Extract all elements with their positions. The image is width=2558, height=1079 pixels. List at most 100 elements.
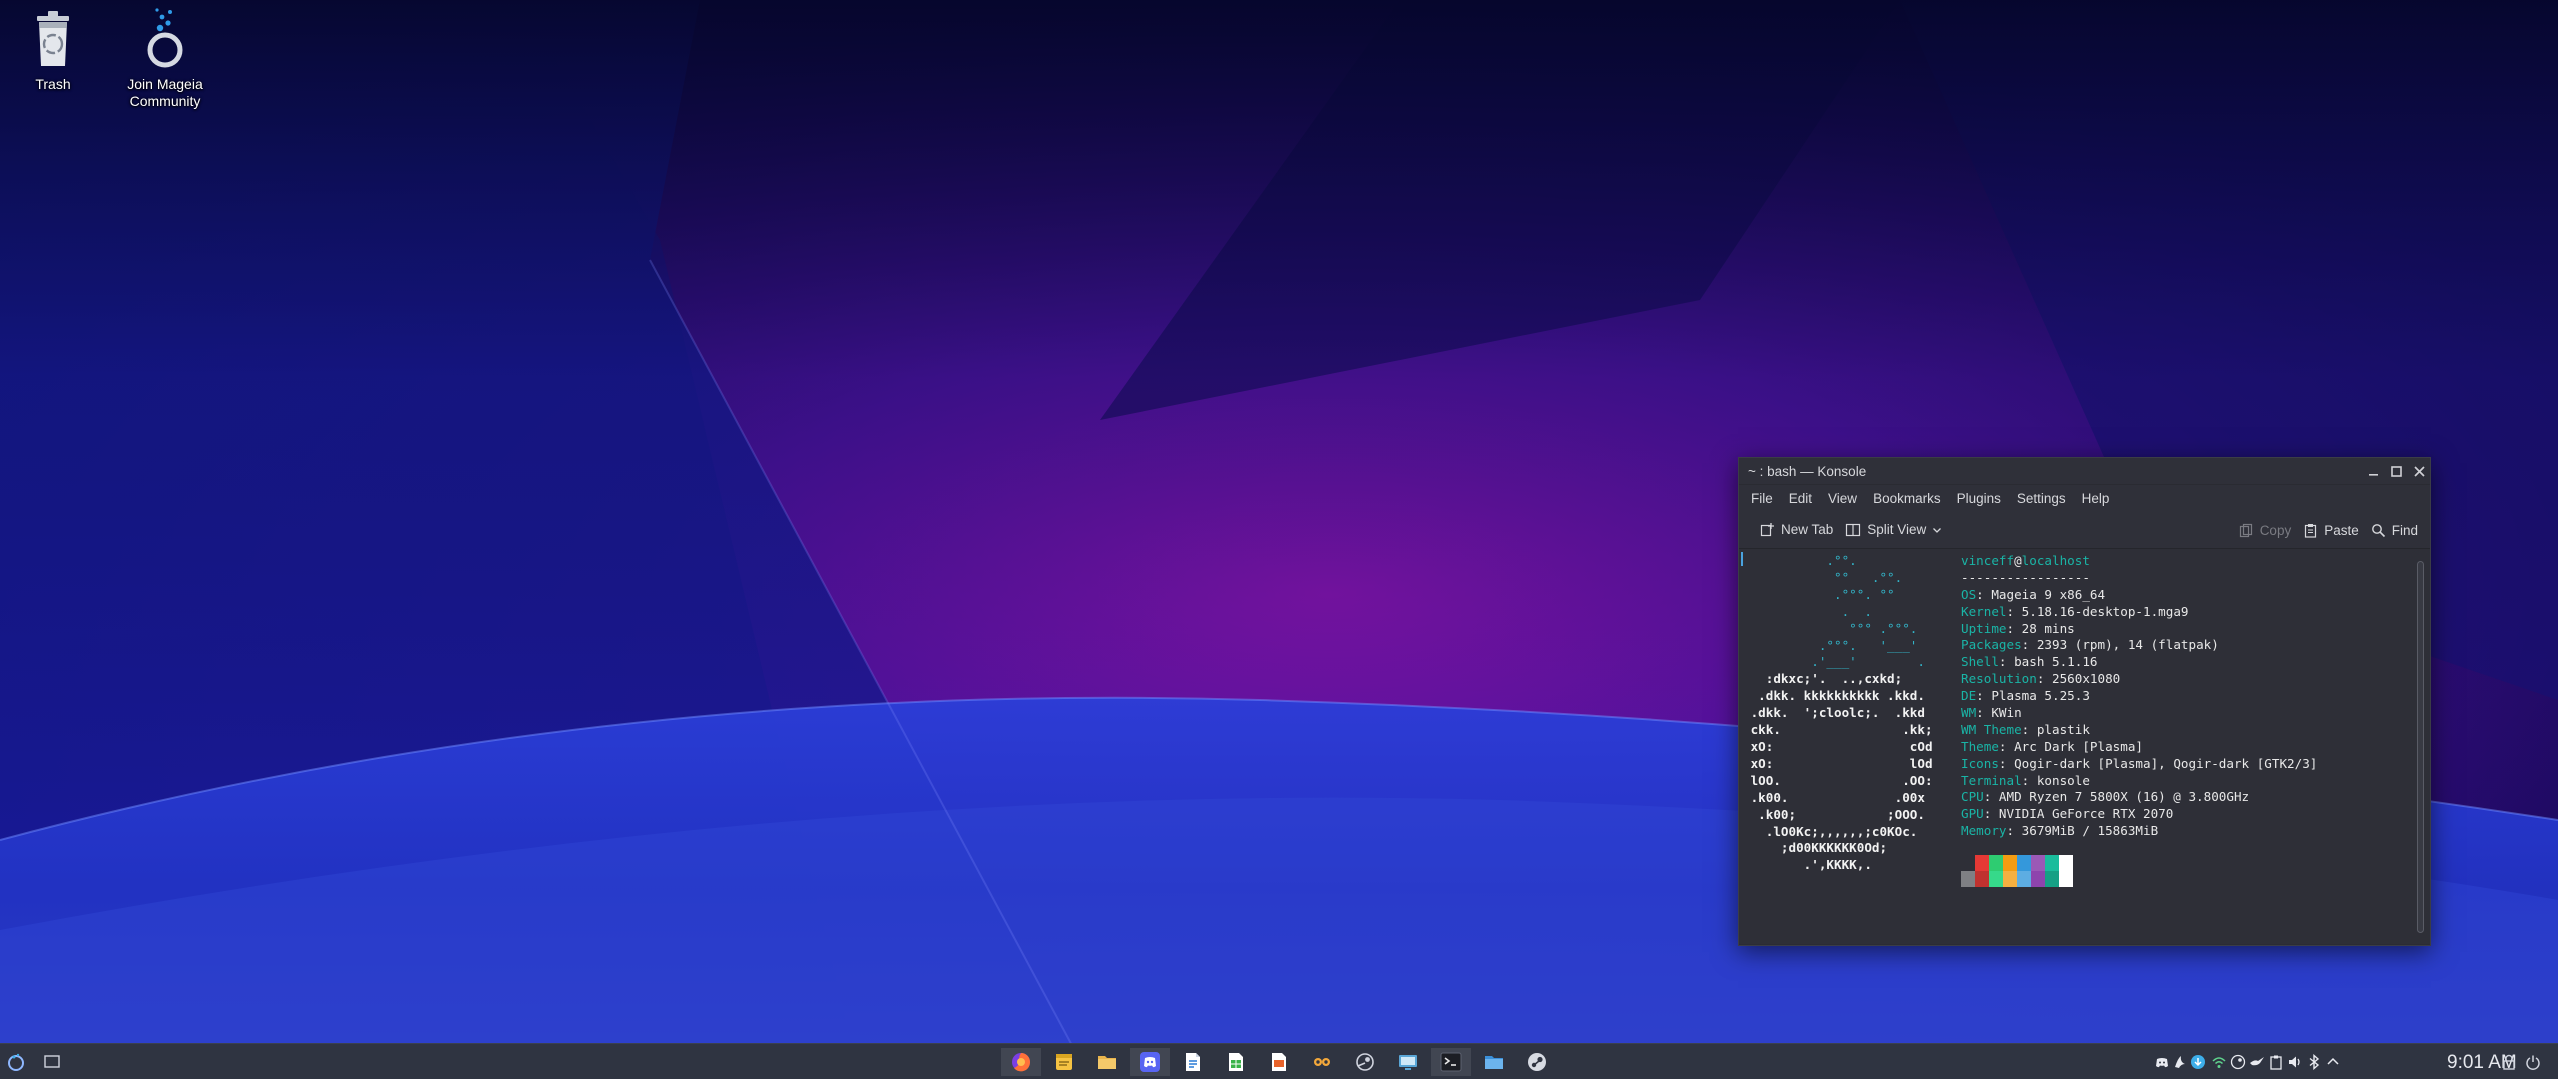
calc-icon <box>1229 1053 1243 1071</box>
taskbar-item-steam[interactable] <box>1517 1048 1557 1076</box>
lock-screen-button[interactable] <box>2498 1051 2520 1073</box>
logo-line: . . <box>1743 603 1872 619</box>
info-row: Memory: 3679MiB / 15863MiB <box>1961 823 2159 839</box>
info-row: Theme: Arc Dark [Plasma] <box>1961 738 2143 754</box>
application-launcher[interactable] <box>2 1048 30 1076</box>
taskbar-item-dolphin[interactable] <box>1474 1048 1514 1076</box>
window-titlebar[interactable]: ~ : bash — Konsole <box>1739 458 2430 485</box>
new-tab-label: New Tab <box>1781 522 1834 537</box>
trash-icon <box>37 11 69 66</box>
info-key: WM Theme <box>1961 721 2022 737</box>
info-value: bash 5.1.16 <box>2014 654 2098 670</box>
user-host-line: vinceff@localhost <box>1961 553 2090 568</box>
network-icon <box>2212 1057 2226 1068</box>
power-icon <box>2526 1055 2540 1070</box>
lutris-icon <box>1314 1058 1330 1066</box>
window-title: ~ : bash — Konsole <box>1748 464 1867 479</box>
logo-line: xO: cOd <box>1743 738 1933 754</box>
info-value: 5.18.16-desktop-1.mga9 <box>2021 603 2189 619</box>
find-button[interactable]: Find <box>2365 519 2424 542</box>
dolphin-icon <box>1485 1056 1503 1069</box>
info-row: Uptime: 28 mins <box>1961 620 2075 636</box>
new-tab-button[interactable]: New Tab <box>1753 518 1839 542</box>
tray-item-tray-expand[interactable] <box>2322 1051 2344 1073</box>
terminal-icon <box>1440 1052 1462 1072</box>
logo-line: .°°°. '___' <box>1743 637 1918 653</box>
menu-settings[interactable]: Settings <box>2009 491 2074 506</box>
taskbar-item-lutris[interactable] <box>1302 1048 1342 1076</box>
palette-swatch <box>2059 855 2073 887</box>
info-key: Resolution <box>1961 671 2037 687</box>
info-value: KWin <box>1991 705 2022 721</box>
info-row: Shell: bash 5.1.16 <box>1961 654 2098 670</box>
menu-help[interactable]: Help <box>2074 491 2118 506</box>
taskbar-item-terminal[interactable] <box>1431 1048 1471 1076</box>
close-button[interactable] <box>2411 463 2428 480</box>
info-key: DE <box>1961 688 1977 704</box>
info-row: WM: KWin <box>1961 705 2022 721</box>
terminal-scrollbar[interactable] <box>2417 561 2424 933</box>
split-view-button[interactable]: Split View <box>1839 518 1948 542</box>
paste-icon <box>2305 523 2317 538</box>
show-desktop-button[interactable] <box>38 1048 66 1076</box>
palette-swatch <box>2003 855 2017 887</box>
taskbar-item-file-manager[interactable] <box>1087 1048 1127 1076</box>
logo-line: lOO. .OO: <box>1743 772 1933 788</box>
palette-swatch <box>2017 855 2031 887</box>
info-key: OS <box>1961 586 1977 602</box>
taskbar-item-firefox[interactable] <box>1001 1048 1041 1076</box>
discord-tray-icon <box>2156 1058 2168 1068</box>
steam-tray-icon <box>2230 1054 2246 1070</box>
leave-button[interactable] <box>2522 1051 2544 1073</box>
minimize-button[interactable] <box>2365 463 2382 480</box>
menu-view[interactable]: View <box>1820 491 1865 506</box>
trash-label: Trash <box>35 76 71 92</box>
taskbar-item-writer[interactable] <box>1173 1048 1213 1076</box>
mageia-community-icon <box>147 8 183 68</box>
tray-expand-icon <box>2327 1057 2339 1065</box>
logo-line: .k00. .00x <box>1743 789 1925 805</box>
update-icon <box>2191 1055 2205 1069</box>
taskbar-item-calc[interactable] <box>1216 1048 1256 1076</box>
neofetch-info: vinceff@localhost ----------------- OS: … <box>1961 553 2317 840</box>
menu-file[interactable]: File <box>1743 491 1781 506</box>
info-row: Kernel: 5.18.16-desktop-1.mga9 <box>1961 603 2189 619</box>
info-row: CPU: AMD Ryzen 7 5800X (16) @ 3.800GHz <box>1961 789 2250 805</box>
toolbar-right-group: Copy Paste Find <box>2233 511 2424 549</box>
desktop-icon-join-mageia-community[interactable]: Join Mageia Community <box>110 6 220 110</box>
logo-line: xO: lOd <box>1743 755 1933 771</box>
taskbar-item-discord[interactable] <box>1130 1048 1170 1076</box>
close-icon <box>2414 466 2425 477</box>
paste-button[interactable]: Paste <box>2297 519 2365 542</box>
info-key: Kernel <box>1961 603 2007 619</box>
info-value: Plasma 5.25.3 <box>1991 688 2090 704</box>
swallow-icon <box>2250 1057 2264 1066</box>
paste-label: Paste <box>2324 522 2359 538</box>
taskbar-item-display-manager[interactable] <box>1388 1048 1428 1076</box>
copy-button[interactable]: Copy <box>2233 519 2298 542</box>
desktop-icon-trash[interactable]: Trash <box>0 6 108 93</box>
logo-line: .'___' . <box>1743 654 1925 670</box>
logo-line: .°°°. °° <box>1743 586 1895 602</box>
info-value: Arc Dark [Plasma] <box>2014 738 2143 754</box>
konsole-window[interactable]: ~ : bash — Konsole File Edit View Bookma… <box>1738 457 2431 946</box>
palette-swatch <box>2031 855 2045 887</box>
chevron-down-icon[interactable] <box>1932 525 1942 535</box>
menu-edit[interactable]: Edit <box>1781 491 1820 506</box>
terminal-view[interactable]: .°°. °° .°°. .°°°. °° . . °°° .°°°. .°°°… <box>1739 549 2430 944</box>
bluetooth-icon <box>2309 1054 2320 1070</box>
menu-plugins[interactable]: Plugins <box>1949 491 2009 506</box>
maximize-button[interactable] <box>2388 463 2405 480</box>
taskbar-item-impress[interactable] <box>1259 1048 1299 1076</box>
copy-icon <box>2239 523 2252 537</box>
info-rows: OS: Mageia 9 x86_64 Kernel: 5.18.16-deskt… <box>1961 587 2317 840</box>
taskbar-item-steam-alt[interactable] <box>1345 1048 1385 1076</box>
split-view-label: Split View <box>1867 522 1927 537</box>
tray-item-update[interactable] <box>2187 1051 2209 1073</box>
logo-line: .°°. <box>1743 553 1857 568</box>
menu-bookmarks[interactable]: Bookmarks <box>1865 491 1949 506</box>
info-row: Terminal: konsole <box>1961 772 2090 788</box>
maximize-icon <box>2391 466 2402 477</box>
taskbar-item-notes[interactable] <box>1044 1048 1084 1076</box>
writer-icon <box>1186 1053 1200 1071</box>
